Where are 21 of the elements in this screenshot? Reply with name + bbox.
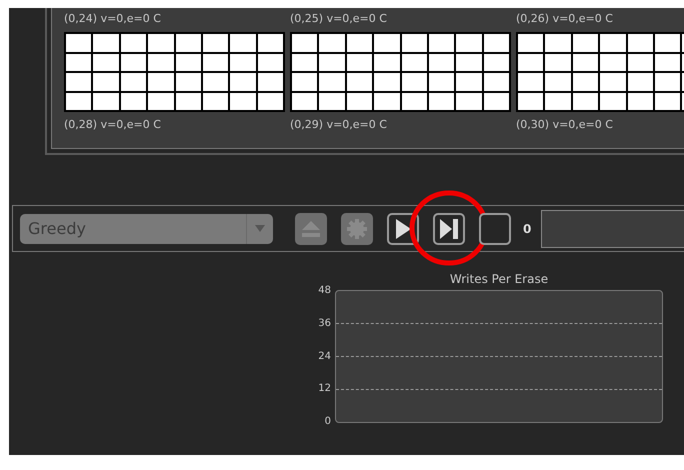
y-axis-label: 0: [324, 417, 331, 427]
block-label: (0,30) v=0,e=0 C: [516, 118, 614, 133]
play-icon: [394, 218, 412, 240]
stop-button[interactable]: [479, 212, 511, 244]
block-label: (0,26) v=0,e=0 C: [516, 12, 614, 27]
y-axis-label: 36: [318, 318, 331, 329]
input-field[interactable]: [541, 210, 684, 248]
block-label: (0,28) v=0,e=0 C: [64, 118, 162, 133]
caret-icon: [255, 225, 265, 232]
eject-icon: [300, 218, 322, 238]
block-label: (0,25) v=0,e=0 C: [290, 12, 388, 27]
block-label: (0,29) v=0,e=0 C: [290, 118, 388, 133]
y-axis-label: 24: [318, 352, 331, 362]
block-label: (0,24) v=0,e=0 C: [64, 12, 162, 27]
gear-icon: [346, 218, 368, 240]
step-button[interactable]: [433, 212, 465, 244]
step-icon: [439, 218, 459, 240]
chart-title: Writes Per Erase: [448, 272, 550, 286]
y-axis-label: 48: [318, 286, 331, 296]
counter-value: 0: [523, 222, 532, 236]
y-axis-label: 12: [318, 384, 331, 394]
